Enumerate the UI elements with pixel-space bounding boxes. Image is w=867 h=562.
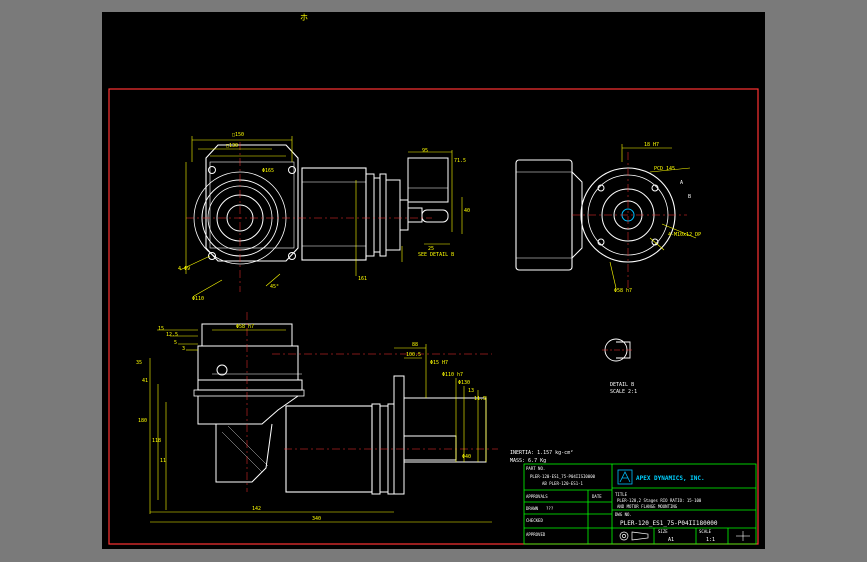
dim-bottom-h5: 11 bbox=[160, 458, 166, 464]
bottom-output-body bbox=[197, 345, 299, 381]
dim-bottom-left-2: 12.5 bbox=[166, 332, 178, 338]
dim-bottom-right-4: 13 bbox=[468, 388, 474, 394]
dim-bottom-left-total: 142 bbox=[252, 506, 261, 512]
front-motor-block bbox=[407, 157, 449, 203]
dwg-label: DWG NO. bbox=[615, 512, 632, 517]
dim-bottom-h1: 35 bbox=[136, 360, 142, 366]
scale-label: SCALE bbox=[699, 529, 712, 534]
bottom-elbow-lower bbox=[215, 423, 273, 483]
dim-motor-len-top: 95 bbox=[422, 148, 428, 154]
detail-b-scale: SCALE 2:1 bbox=[610, 389, 637, 395]
dim-side-bore: Φ58 h7 bbox=[614, 288, 632, 294]
front-bolt-hole bbox=[288, 252, 296, 260]
label-side-a: A bbox=[680, 180, 683, 186]
dwg-number: PLER-120_ES1_75-P04II180000 bbox=[620, 520, 718, 527]
dim-bottom-right-6: Φ40 bbox=[462, 454, 471, 460]
part-no-label: PART NO. bbox=[526, 466, 545, 471]
drawn-value: ??? bbox=[546, 506, 554, 511]
checked-label: CHECKED bbox=[526, 518, 543, 523]
front-ring-2 bbox=[373, 177, 381, 253]
note-mass: MASS: 6.7 Kg bbox=[510, 458, 546, 464]
front-shaft-stub bbox=[399, 199, 409, 231]
bottom-flange-ring bbox=[197, 379, 303, 391]
dim-bottom-total: 340 bbox=[312, 516, 321, 522]
front-ring-1 bbox=[365, 173, 375, 257]
bottom-elbow-upper bbox=[197, 395, 299, 425]
front-key bbox=[407, 207, 423, 223]
dim-bottom-top: Φ58 h7 bbox=[236, 324, 254, 330]
company-name: APEX DYNAMICS, INC. bbox=[636, 475, 705, 482]
dim-front-angle: 45° bbox=[270, 284, 279, 290]
scale-value: 1:1 bbox=[706, 537, 715, 543]
bottom-view: 15 12.5 5 3 Φ58 h7 35 41 180 118 11 142 … bbox=[136, 312, 498, 523]
part-no-1: PLER-120-ES1_75-P04IISI0000 bbox=[530, 474, 596, 479]
compass-mark-icon bbox=[736, 531, 750, 541]
dim-bottom-right-3: Φ130 bbox=[458, 380, 470, 386]
dim-bottom-right-7: 100.5 bbox=[406, 352, 421, 358]
approved-label: APPROVED bbox=[526, 532, 546, 537]
logo-icon bbox=[617, 469, 633, 485]
top-mark: ホ bbox=[300, 13, 308, 22]
dim-side-mount: 4-M10x12 DP bbox=[668, 232, 701, 238]
dim-bottom-right-1: Φ15 H7 bbox=[430, 360, 448, 366]
bottom-motor-flange bbox=[403, 397, 487, 463]
dim-bottom-left-1: 15 bbox=[158, 326, 164, 332]
dim-bottom-h2: 41 bbox=[142, 378, 148, 384]
dim-front-height: 161 bbox=[358, 276, 367, 282]
projection-symbol-icon bbox=[619, 531, 649, 541]
approvals-label: APPROVALS bbox=[526, 494, 548, 499]
dim-bottom-right-2: Φ110 h7 bbox=[442, 372, 463, 378]
dim-bottom-left-3: 5 bbox=[174, 340, 177, 346]
dim-motor-w: 40 bbox=[464, 208, 470, 214]
size-label: SIZE bbox=[658, 529, 668, 534]
dim-front-top: □150 bbox=[232, 132, 244, 138]
bottom-motor-shaft bbox=[403, 435, 457, 461]
dim-bolt-circle: Φ165 bbox=[262, 168, 274, 174]
front-adapter bbox=[385, 179, 401, 251]
front-flange-inner bbox=[209, 161, 295, 249]
front-motor-key bbox=[421, 209, 449, 223]
dim-top-tick: 18 H7 bbox=[644, 142, 659, 148]
date-label: DATE bbox=[592, 494, 602, 499]
cad-drawing: ホ □150 □130 Φ165 4-Φ9 Φ110 45° 161 95 71… bbox=[108, 13, 759, 545]
part-no-2: AB PLER-120-ES1-1 bbox=[542, 481, 584, 486]
side-housing bbox=[515, 159, 573, 271]
note-inertia: INERTIA: 1.157 kg-cm² bbox=[510, 450, 573, 456]
bottom-adapter bbox=[393, 375, 405, 495]
side-view: 18 H7 PCD 145 4-M10x12 DP Φ58 h7 A B bbox=[515, 142, 701, 294]
detail-b: DETAIL B SCALE 2:1 bbox=[602, 338, 637, 395]
dim-front-bottom: 4-Φ9 bbox=[178, 266, 190, 272]
front-ring-3 bbox=[379, 173, 387, 257]
dim-bottom-left-4: 3 bbox=[182, 346, 185, 352]
front-bolt-hole bbox=[288, 166, 296, 174]
dim-front-inner: □130 bbox=[226, 143, 238, 149]
dim-bottom-h4: 118 bbox=[152, 438, 161, 444]
label-side-b: B bbox=[688, 194, 691, 200]
note-detail-b: SEE DETAIL B bbox=[418, 252, 454, 258]
dim-side-pcd: PCD 145 bbox=[654, 166, 675, 172]
front-view: □150 □130 Φ165 4-Φ9 Φ110 45° 161 95 71.5… bbox=[178, 132, 470, 302]
dim-motor-len-side: 71.5 bbox=[454, 158, 466, 164]
dim-front-body: Φ110 bbox=[192, 296, 204, 302]
title-label: TITLE bbox=[615, 492, 628, 497]
dim-bottom-right-5: 11.5 bbox=[474, 396, 486, 402]
dim-bottom-h3: 180 bbox=[138, 418, 147, 424]
front-flange bbox=[205, 144, 299, 262]
dim-bottom-shaft: 88 bbox=[412, 342, 418, 348]
drawing-viewport[interactable]: ホ □150 □130 Φ165 4-Φ9 Φ110 45° 161 95 71… bbox=[102, 12, 765, 549]
detail-b-label: DETAIL B bbox=[610, 382, 634, 388]
title-line-1: PLER-120,2 Stages RIO RATIO: 15-100 bbox=[617, 498, 702, 503]
drawn-label: DRAWN bbox=[526, 506, 539, 511]
title-line-2: AND MOTOR FLANGE MOUNTING bbox=[617, 504, 678, 509]
size-value: A1 bbox=[668, 537, 674, 543]
front-bolt-hole bbox=[208, 166, 216, 174]
